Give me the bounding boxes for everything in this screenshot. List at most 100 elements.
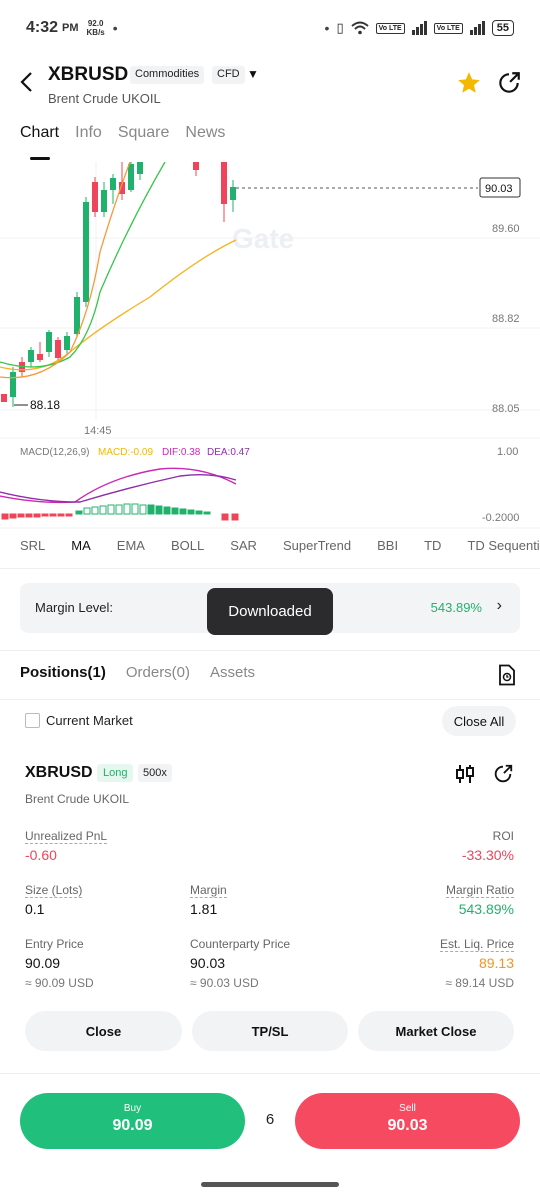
candle-body [10,372,16,397]
candle-body [101,190,107,212]
battery-icon: 55 [491,20,514,36]
margin-value: 1.81 [190,901,218,917]
status-bar: 4:32 PM 92.0 KB/s • • ▯ Vo LTE Vo LTE 55 [0,0,540,56]
buy-price: 90.09 [112,1117,153,1134]
close-all-button[interactable]: Close All [442,706,516,736]
gate-watermark: Gate [232,223,294,254]
current-market-checkbox[interactable] [25,713,40,728]
type-dropdown-icon[interactable]: ▼ [247,67,259,81]
unrealized-pnl-value: -0.60 [25,847,57,863]
macd-histogram-bar [221,513,229,521]
price-axis-label-2: 88.82 [492,313,520,325]
market-close-button[interactable]: Market Close [358,1011,514,1051]
entry-price-value: 90.09 [25,955,61,971]
position-symbol: XBRUSD [25,764,93,781]
macd-axis-bottom: -0.2000 [482,512,519,524]
macd-histogram-bar [155,505,163,515]
sell-button[interactable]: Sell 90.03 [295,1093,520,1149]
active-tab-indicator [30,157,50,160]
back-arrow-icon[interactable] [16,70,40,94]
instrument-name: Brent Crude UKOIL [48,91,161,106]
buy-label: Buy [123,1103,142,1114]
home-indicator[interactable] [201,1182,339,1187]
candle-body [28,350,34,362]
counterparty-price-usd: ≈ 90.03 USD [190,976,259,990]
tab-info[interactable]: Info [75,124,102,142]
margin-ratio-value: 543.89% [458,901,514,917]
macd-histogram-bar [179,508,187,515]
candle-body [74,297,80,334]
price-chart[interactable]: Gate 90.03 89.60 88.82 88.05 88.18 14:45… [0,162,540,532]
macd-series [0,467,239,521]
tab-square[interactable]: Square [118,124,170,142]
macd-histogram-bar [41,513,49,517]
macd-histogram-bar [25,513,33,518]
unrealized-pnl-label[interactable]: Unrealized PnL [25,829,108,844]
moving-average-lines [0,162,237,379]
indicator-ma[interactable]: MA [71,538,91,553]
divider [0,568,540,569]
candle-body [55,340,61,358]
tab-assets[interactable]: Assets [210,664,255,681]
indicator-boll[interactable]: BOLL [171,538,204,553]
wifi-icon [350,21,369,35]
price-axis-label-1: 89.60 [492,223,520,235]
entry-price-usd: ≈ 90.09 USD [25,976,94,990]
macd-histogram-bar [139,504,147,515]
chart-settings-icon[interactable] [454,763,476,785]
favorite-star-icon[interactable] [456,70,482,96]
indicator-bbi[interactable]: BBI [377,538,398,553]
liq-price-label[interactable]: Est. Liq. Price [439,937,514,952]
indicator-td[interactable]: TD [424,538,441,553]
size-lots-label[interactable]: Size (Lots) [25,883,83,898]
macd-histogram-bar [99,505,107,515]
tp-sl-button[interactable]: TP/SL [192,1011,348,1051]
macd-histogram-bar [91,506,99,515]
macd-histogram-bar [83,507,91,515]
divider [0,699,540,700]
volte-icon: Vo LTE [375,22,405,34]
roi-value: -33.30% [461,847,514,863]
indicator-td-sequential[interactable]: TD Sequential 9 [467,538,540,553]
candle-body [193,162,199,170]
price-axis-label-3: 88.05 [492,403,520,415]
current-price-label: 90.03 [485,183,513,195]
indicator-selector: SRL MA EMA BOLL SAR SuperTrend BBI TD TD… [20,538,540,553]
tab-news[interactable]: News [185,124,225,142]
candle-body [92,182,98,212]
indicator-srl[interactable]: SRL [20,538,45,553]
tab-chart[interactable]: Chart [20,124,59,142]
position-share-icon[interactable] [492,763,514,785]
margin-ratio-label[interactable]: Margin Ratio [445,883,514,898]
order-quantity[interactable]: 6 [258,1111,282,1128]
candle-body [37,354,43,360]
liq-price-value: 89.13 [478,955,514,971]
macd-histogram-bar [195,510,203,515]
macd-histogram-bar [115,504,123,515]
status-ampm: PM [62,22,79,34]
indicator-supertrend[interactable]: SuperTrend [283,538,351,553]
roi-label: ROI [492,829,514,843]
instrument-symbol: XBRUSD [48,64,129,85]
close-button[interactable]: Close [25,1011,182,1051]
macd-axis-top: 1.00 [497,446,518,458]
margin-label[interactable]: Margin [190,883,227,898]
volte-icon-2: Vo LTE [433,22,463,34]
tab-orders[interactable]: Orders(0) [126,664,190,681]
macd-histogram-bar [187,509,195,515]
category-tag: Commodities [130,66,205,84]
candlestick-series [1,162,236,407]
dea-value: DEA:0.47 [207,447,250,458]
buy-button[interactable]: Buy 90.09 [20,1093,245,1149]
history-document-icon[interactable] [496,664,518,686]
liq-price-usd: ≈ 89.14 USD [445,976,514,990]
indicator-sar[interactable]: SAR [230,538,257,553]
sell-price: 90.03 [387,1117,428,1134]
indicator-ema[interactable]: EMA [117,538,145,553]
type-tag[interactable]: CFD [212,66,245,84]
signal-icon-2 [469,21,485,35]
status-time: 4:32 [26,19,59,36]
tab-positions[interactable]: Positions(1) [20,664,106,681]
share-icon[interactable] [496,70,522,96]
dif-value: DIF:0.38 [162,447,201,458]
